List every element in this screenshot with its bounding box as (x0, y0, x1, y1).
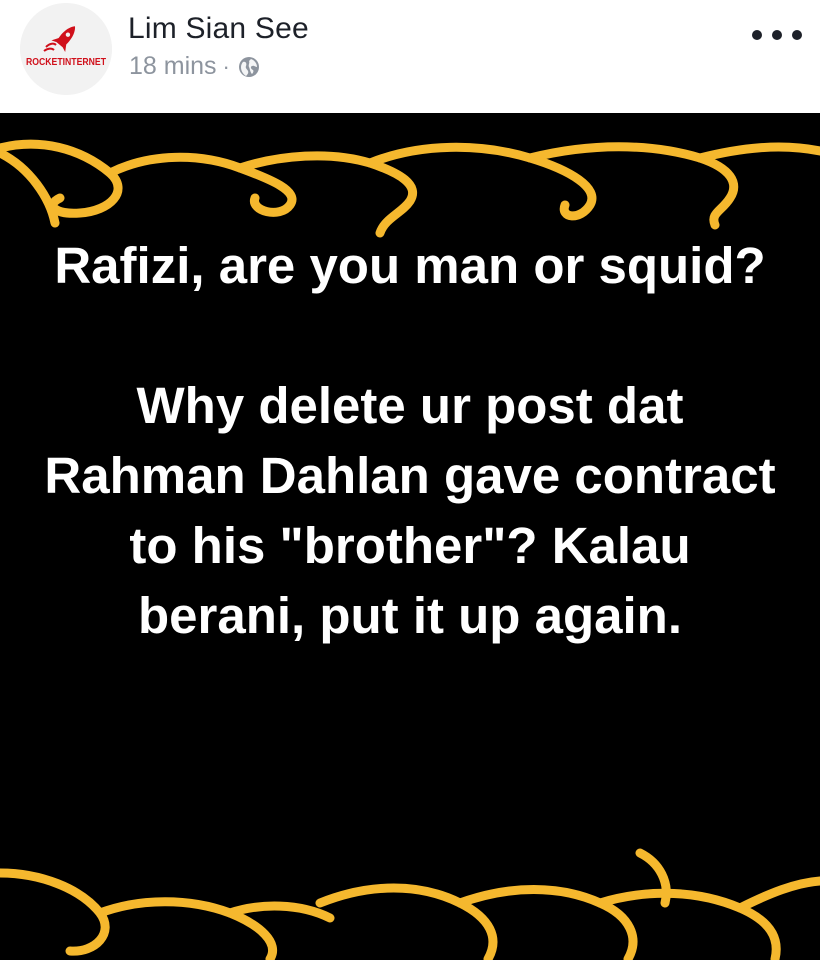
meta-separator: · (222, 53, 230, 79)
globe-icon[interactable] (238, 56, 260, 78)
rocket-logo-icon: ROCKETINTERNET (20, 3, 112, 95)
avatar-label: ROCKETINTERNET (26, 56, 106, 68)
post-image-text: Rafizi, are you man or squid? Why delete… (44, 237, 776, 644)
post-image[interactable]: Rafizi, are you man or squid? Why delete… (0, 113, 820, 960)
post-header: ROCKETINTERNET Lim Sian See 18 mins · (0, 0, 820, 113)
avatar[interactable]: ROCKETINTERNET (20, 3, 112, 95)
post-meta: 18 mins · (129, 52, 260, 81)
more-dot (792, 30, 802, 40)
author-name[interactable]: Lim Sian See (128, 12, 309, 46)
more-dot (772, 30, 782, 40)
more-options-button[interactable] (752, 22, 802, 48)
more-dot (752, 30, 762, 40)
post-time[interactable]: 18 mins (129, 52, 217, 81)
